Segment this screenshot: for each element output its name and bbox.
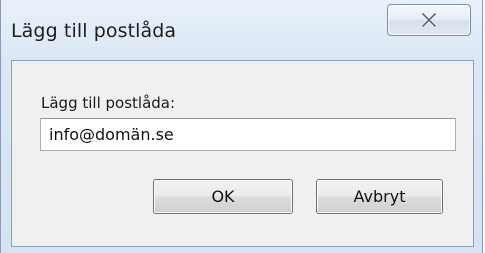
close-icon [421, 13, 437, 27]
mailbox-input[interactable] [40, 118, 456, 151]
close-button[interactable] [387, 4, 471, 36]
dialog-title: Lägg till postlåda [11, 20, 177, 42]
add-mailbox-dialog: Lägg till postlåda Lägg till postlåda: O… [0, 0, 483, 253]
mailbox-field-label: Lägg till postlåda: [41, 94, 176, 112]
dialog-body: Lägg till postlåda: OK Avbryt [11, 60, 474, 247]
title-bar: Lägg till postlåda [1, 0, 482, 58]
cancel-button[interactable]: Avbryt [316, 179, 443, 214]
ok-button[interactable]: OK [153, 179, 293, 214]
